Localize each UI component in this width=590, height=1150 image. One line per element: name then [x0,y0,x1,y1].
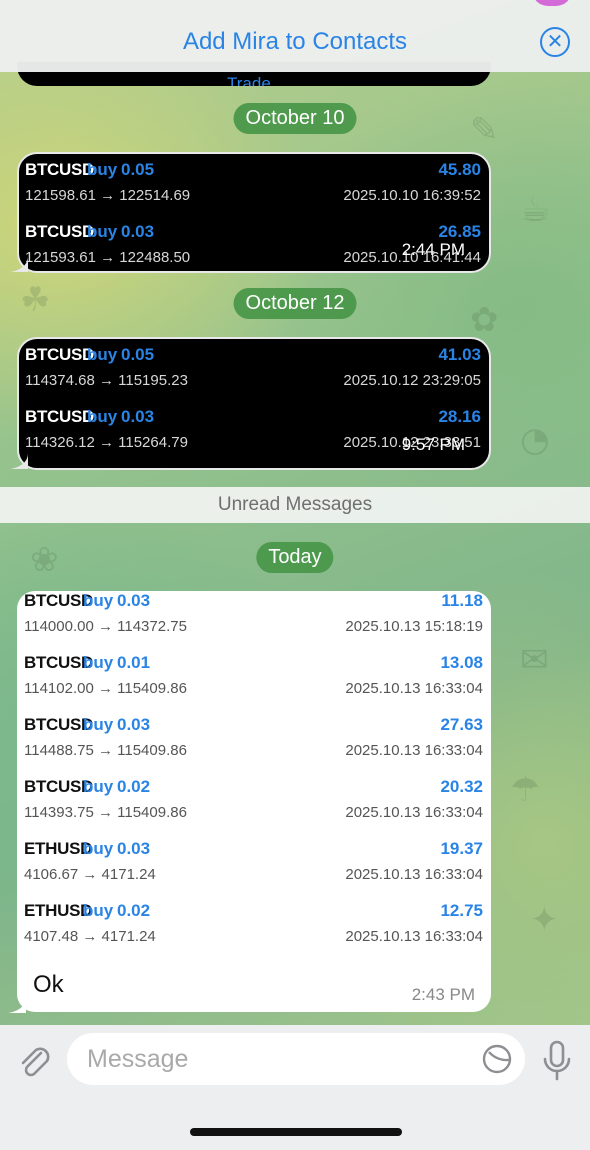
trade-volume: 0.03 [117,591,151,610]
doodle-icon: ✦ [530,900,559,940]
trade-direction: buy [87,407,118,426]
trade-volume: 0.03 [121,407,155,426]
bubble-tail [10,256,28,272]
status-bar [0,0,590,12]
trade-price-range: 114393.75 → 115409.86 [24,804,187,821]
message-field [67,1033,525,1085]
bubble-tail [10,453,28,469]
doodle-icon: ◔ [520,420,550,460]
unread-messages-divider: Unread Messages [0,487,590,523]
add-to-contacts-button[interactable]: Add Mira to Contacts [183,28,407,56]
trade-timestamp: 2025.10.13 16:33:04 [345,742,483,759]
microphone-icon[interactable] [540,1039,574,1083]
trade-price-range: 114102.00 → 115409.86 [24,680,187,697]
trade-row: BTCUSD buy 0.03 27.63 114488.75 → 115409… [24,713,483,775]
trade-symbol: BTCUSD [25,407,95,426]
trade-volume: 0.02 [117,901,151,920]
trade-profit: 13.08 [440,653,483,672]
trade-price-range: 4107.48 → 4171.24 [24,928,156,945]
trade-profit: 28.16 [438,407,481,426]
trade-row: BTCUSD buy 0.03 11.18 114000.00 → 114372… [24,589,483,651]
contact-banner: Add Mira to Contacts ✕ [0,12,590,72]
doodle-icon: ☕ [520,190,551,230]
date-separator: October 12 [233,288,357,319]
doodle-icon: ☂ [510,770,541,810]
trade-row: ETHUSD buy 0.03 19.37 4106.67 → 4171.24 … [24,837,483,899]
message-time: 2:44 PM [401,240,465,259]
trade-profit: 26.85 [438,222,481,241]
trade-timestamp: 2025.10.12 23:29:05 [343,372,481,389]
trade-direction: buy [83,777,114,796]
trade-price-range: 4106.67 → 4171.24 [24,866,156,883]
trade-direction: buy [83,591,114,610]
trade-row: BTCUSD buy 0.01 13.08 114102.00 → 115409… [24,651,483,713]
trade-direction: buy [87,222,118,241]
message-bubble[interactable]: BTCUSD buy 0.05 45.80 121598.61 → 122514… [10,152,491,273]
trade-direction: buy [87,160,118,179]
close-icon[interactable]: ✕ [540,27,570,57]
doodle-icon: ❀ [30,540,59,580]
doodle-icon: ✎ [470,110,499,150]
trade-price-range: 114488.75 → 115409.86 [24,742,187,759]
trade-volume: 0.01 [117,653,151,672]
trade-volume: 0.05 [121,160,155,179]
trade-volume: 0.02 [117,777,151,796]
trade-profit: 20.32 [440,777,483,796]
trade-price-range: 121593.61 → 122488.50 [25,249,191,266]
trade-price-range: 114374.68 → 115195.23 [25,372,188,389]
trade-profit: 45.80 [438,160,481,179]
trade-symbol: BTCUSD [25,345,95,364]
trade-direction: buy [83,715,114,734]
trade-profit: 12.75 [440,901,483,920]
trade-price-range: 114326.12 → 115264.79 [25,434,188,451]
sticker-icon[interactable] [481,1043,513,1075]
trade-row: ETHUSD buy 0.02 12.75 4107.48 → 4171.24 … [24,899,483,961]
trade-direction: buy [83,839,114,858]
trade-timestamp: 2025.10.13 16:33:04 [345,804,483,821]
trade-profit: 11.18 [441,591,483,610]
trade-volume: 0.03 [117,839,151,858]
status-indicator [532,0,572,6]
trade-profit: 41.03 [438,345,481,364]
doodle-icon: ☘ [20,280,51,320]
trade-profit: 19.37 [440,839,483,858]
trade-timestamp: 2025.10.10 16:39:52 [343,187,481,204]
message-text-row: Ok 2:43 PM [24,961,483,1017]
message-text: Ok [33,971,64,998]
trade-symbol: BTCUSD [25,222,95,241]
trade-timestamp: 2025.10.13 16:33:04 [345,680,483,697]
doodle-icon: ✿ [470,300,499,340]
trade-row: BTCUSD buy 0.05 45.80 121598.61 → 122514… [25,158,481,220]
trade-row: BTCUSD buy 0.05 41.03 114374.68 → 115195… [25,343,481,405]
message-bubble[interactable]: BTCUSD buy 0.03 11.18 114000.00 → 114372… [8,589,491,1013]
trade-row: BTCUSD buy 0.02 20.32 114393.75 → 115409… [24,775,483,837]
message-time: 2:43 PM [411,985,475,1004]
trade-timestamp: 2025.10.13 16:33:04 [345,866,483,883]
trade-profit: 27.63 [440,715,483,734]
bubble-tail [8,997,26,1013]
composer-bar [0,1025,590,1150]
doodle-icon: ✉ [520,640,549,680]
trade-price-range: 121598.61 → 122514.69 [25,187,191,204]
date-separator: Today [256,542,334,573]
message-bubble[interactable]: BTCUSD buy 0.05 41.03 114374.68 → 115195… [10,337,491,470]
trade-symbol: BTCUSD [25,160,95,179]
trade-price-range: 114000.00 → 114372.75 [24,618,187,635]
trade-timestamp: 2025.10.13 15:18:19 [345,618,483,635]
cropped-message-label: Trade [227,74,271,86]
trade-direction: buy [83,901,114,920]
trade-symbol: ETHUSD [24,901,93,920]
trade-volume: 0.03 [121,222,155,241]
trade-timestamp: 2025.10.13 16:33:04 [345,928,483,945]
message-input[interactable] [87,1033,467,1085]
trade-direction: buy [87,345,118,364]
message-time: 9:57 PM [401,435,465,454]
trade-direction: buy [83,653,114,672]
trade-volume: 0.05 [121,345,155,364]
trade-volume: 0.03 [117,715,151,734]
date-separator: October 10 [233,103,357,134]
trade-symbol: ETHUSD [24,839,93,858]
paperclip-icon[interactable] [14,1041,54,1081]
home-indicator [190,1128,402,1136]
